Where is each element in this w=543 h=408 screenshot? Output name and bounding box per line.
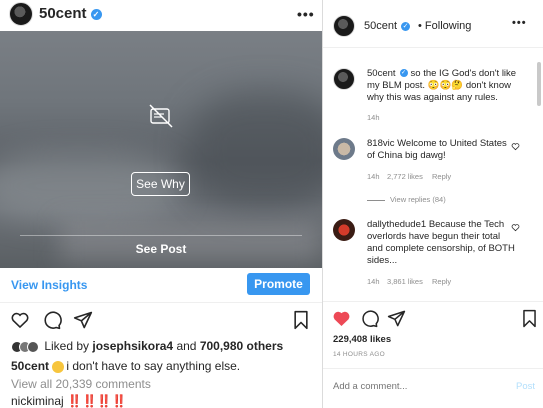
caption-username[interactable]: 50cent <box>11 359 49 373</box>
view-replies-link[interactable]: View replies (84) <box>367 194 446 206</box>
heart-icon[interactable] <box>511 142 520 151</box>
eye-slash-icon <box>149 104 173 128</box>
avatar[interactable] <box>333 15 355 37</box>
divider <box>323 301 543 302</box>
verified-badge-icon: ✓ <box>399 69 408 78</box>
comment-body: 50cent ✓ so the IG God's don't like my BLM… <box>367 68 517 104</box>
comment-username[interactable]: 818vic <box>367 138 394 149</box>
following-button[interactable]: • Following <box>418 20 471 32</box>
view-insights-link[interactable]: View Insights <box>11 278 87 292</box>
comment-item: dallythedude1 Because the Tech overlords… <box>333 219 523 294</box>
promote-button[interactable]: Promote <box>247 273 310 295</box>
share-icon[interactable] <box>387 309 406 328</box>
liked-user-link[interactable]: josephsikora4 <box>92 339 173 353</box>
caption-text: i don't have to say anything else. <box>66 359 241 373</box>
divider <box>323 47 543 48</box>
comment-body: 818vic Welcome to United States of China… <box>367 138 517 162</box>
divider <box>323 368 543 369</box>
reply-button[interactable]: Reply <box>432 171 451 183</box>
post-detail-panel: 50cent ✓ • Following ••• 50cent ✓ so the IG… <box>322 0 543 408</box>
verified-badge-icon: ✓ <box>401 21 411 31</box>
comment-username[interactable]: 50cent <box>367 68 396 79</box>
post-username[interactable]: 50cent ✓ <box>39 5 102 22</box>
post-timestamp: 14 HOURS AGO <box>333 351 386 358</box>
comment-icon[interactable] <box>42 310 62 330</box>
liked-others-link[interactable]: 700,980 others <box>200 339 283 353</box>
reply-button[interactable]: Reply <box>432 276 451 288</box>
comment-text: ‼️‼️‼️‼️ <box>67 394 127 408</box>
comment-likes[interactable]: 3,861 likes <box>387 276 423 288</box>
username-text[interactable]: 50cent <box>39 5 87 22</box>
heart-icon[interactable] <box>10 310 30 330</box>
divider <box>20 235 302 236</box>
caption-comment: 50cent ✓ so the IG God's don't like my BLM… <box>333 68 523 122</box>
liked-by: Liked by josephsikora4 and 700,980 other… <box>11 339 283 353</box>
view-all-comments-link[interactable]: View all 20,339 comments <box>11 377 151 391</box>
post-media[interactable]: See Why See Post <box>0 31 322 268</box>
heart-icon[interactable] <box>511 223 520 232</box>
detail-username[interactable]: 50cent ✓ <box>364 20 411 32</box>
scrollbar[interactable] <box>537 62 541 106</box>
comment-icon[interactable] <box>360 309 379 328</box>
comment-preview: nickiminaj ‼️‼️‼️‼️ <box>11 394 127 408</box>
avatar[interactable] <box>333 138 355 160</box>
more-icon[interactable]: ••• <box>297 6 315 22</box>
avatar[interactable] <box>333 68 355 90</box>
post-comment-button[interactable]: Post <box>516 381 535 392</box>
post-header: 50cent ✓ ••• <box>0 0 322 30</box>
comment-username[interactable]: dallythedude1 <box>367 219 426 230</box>
post-caption: 50cent i don't have to say anything else… <box>11 359 240 373</box>
feed-post: 50cent ✓ ••• See Why See Post View Insigh… <box>0 0 322 408</box>
divider <box>0 302 322 303</box>
comment-likes[interactable]: 2,772 likes <box>387 171 423 183</box>
emoji-icon <box>52 360 65 373</box>
avatar <box>27 340 39 353</box>
blurred-shape <box>190 91 322 211</box>
avatar[interactable] <box>333 219 355 241</box>
liked-and: and <box>176 339 197 353</box>
bookmark-icon[interactable] <box>291 310 311 330</box>
comment-body: dallythedude1 Because the Tech overlords… <box>367 219 517 267</box>
see-why-button[interactable]: See Why <box>131 172 190 196</box>
comment-time: 14h <box>367 113 380 122</box>
comment-time: 14h <box>367 277 380 286</box>
comment-username[interactable]: nickiminaj <box>11 394 64 408</box>
add-comment-input[interactable] <box>333 381 503 392</box>
more-icon[interactable]: ••• <box>512 17 527 29</box>
share-icon[interactable] <box>73 310 93 330</box>
heart-icon[interactable] <box>332 309 351 328</box>
liked-prefix: Liked by <box>44 339 90 353</box>
bookmark-icon[interactable] <box>520 309 539 328</box>
username-text[interactable]: 50cent <box>364 20 397 32</box>
verified-badge-icon: ✓ <box>90 8 102 20</box>
view-replies-text[interactable]: View replies (84) <box>390 195 446 204</box>
see-post-button[interactable]: See Post <box>0 242 322 256</box>
likes-count[interactable]: 229,408 likes <box>333 334 391 345</box>
comment-time: 14h <box>367 172 380 181</box>
comment-item: 818vic Welcome to United States of China… <box>333 138 523 208</box>
avatar[interactable] <box>9 2 33 26</box>
